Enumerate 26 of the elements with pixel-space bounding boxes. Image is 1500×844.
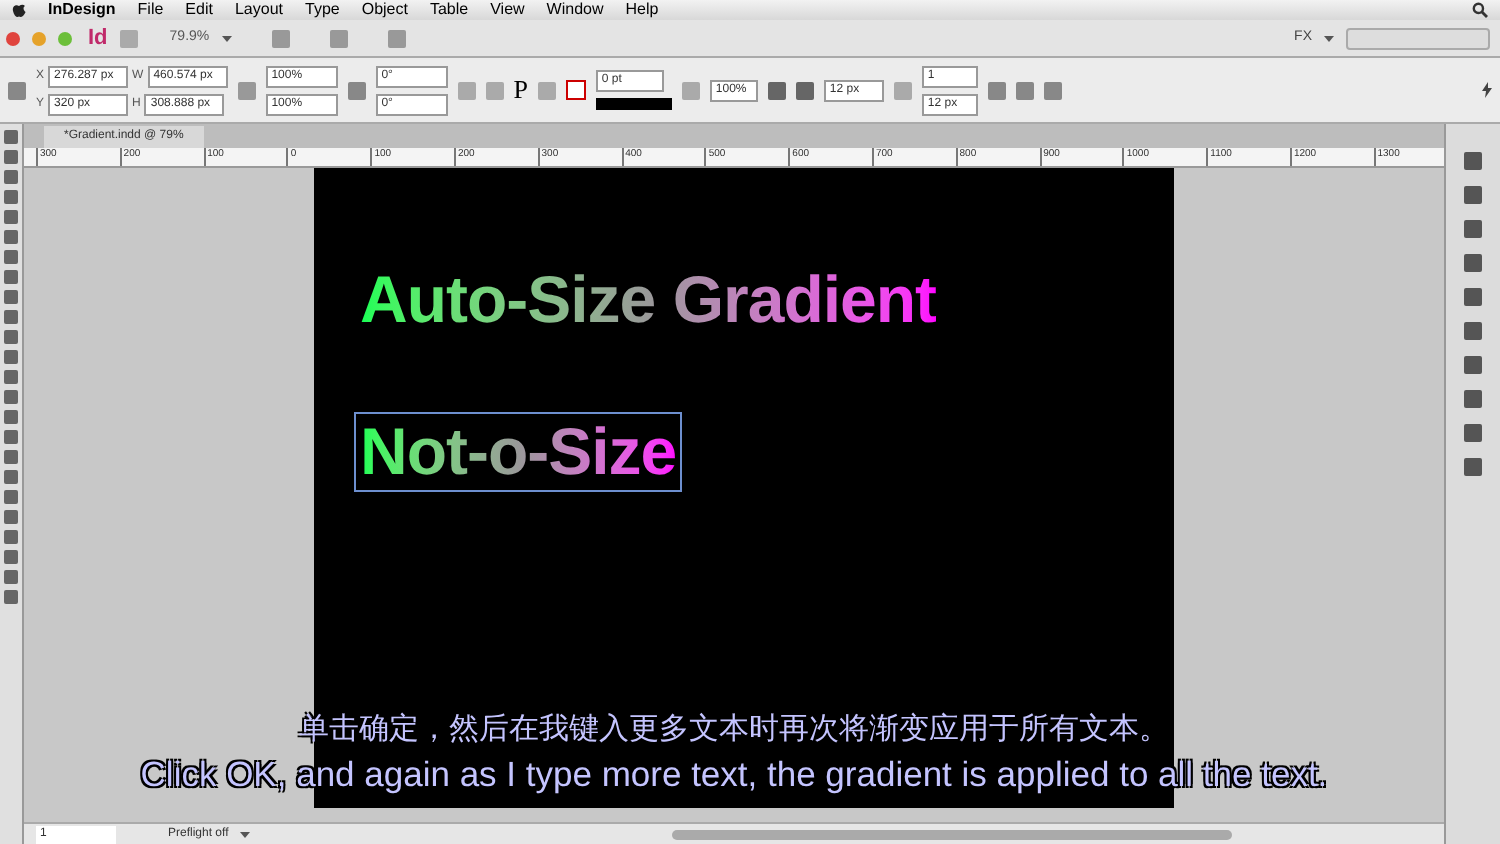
search-icon[interactable] (1472, 2, 1488, 18)
minimize-button[interactable] (32, 31, 46, 45)
menu-item[interactable]: Object (361, 0, 408, 20)
menu-item[interactable]: InDesign (48, 0, 116, 20)
lightning-icon[interactable] (1482, 82, 1492, 98)
menu-item[interactable]: Layout (234, 0, 283, 20)
stroke-style[interactable] (595, 98, 672, 110)
app-logo: Id (88, 23, 108, 54)
paragraph-icon[interactable]: P (513, 70, 528, 110)
close-button[interactable] (6, 31, 20, 45)
subtitle: 单击确定，然后在我键入更多文本时再次将渐变应用于所有文本。 (299, 710, 1169, 750)
menu-item[interactable]: Type (305, 0, 340, 20)
fill-swatch[interactable] (565, 80, 586, 100)
menu-item[interactable]: File (137, 0, 164, 20)
menu-item[interactable]: View (490, 0, 525, 20)
menu-item[interactable]: Help (625, 0, 659, 20)
apple-icon[interactable] (12, 2, 26, 18)
caret-icon (221, 35, 232, 41)
zoom-button[interactable] (58, 31, 72, 45)
scrollbar[interactable] (672, 829, 1232, 839)
menu-item[interactable]: Table (429, 0, 469, 20)
search-field[interactable] (1346, 27, 1490, 49)
menu-item[interactable]: Window (546, 0, 604, 20)
caret-icon (240, 831, 251, 837)
caret-icon (1324, 35, 1334, 41)
menu-item[interactable]: Edit (185, 0, 213, 20)
